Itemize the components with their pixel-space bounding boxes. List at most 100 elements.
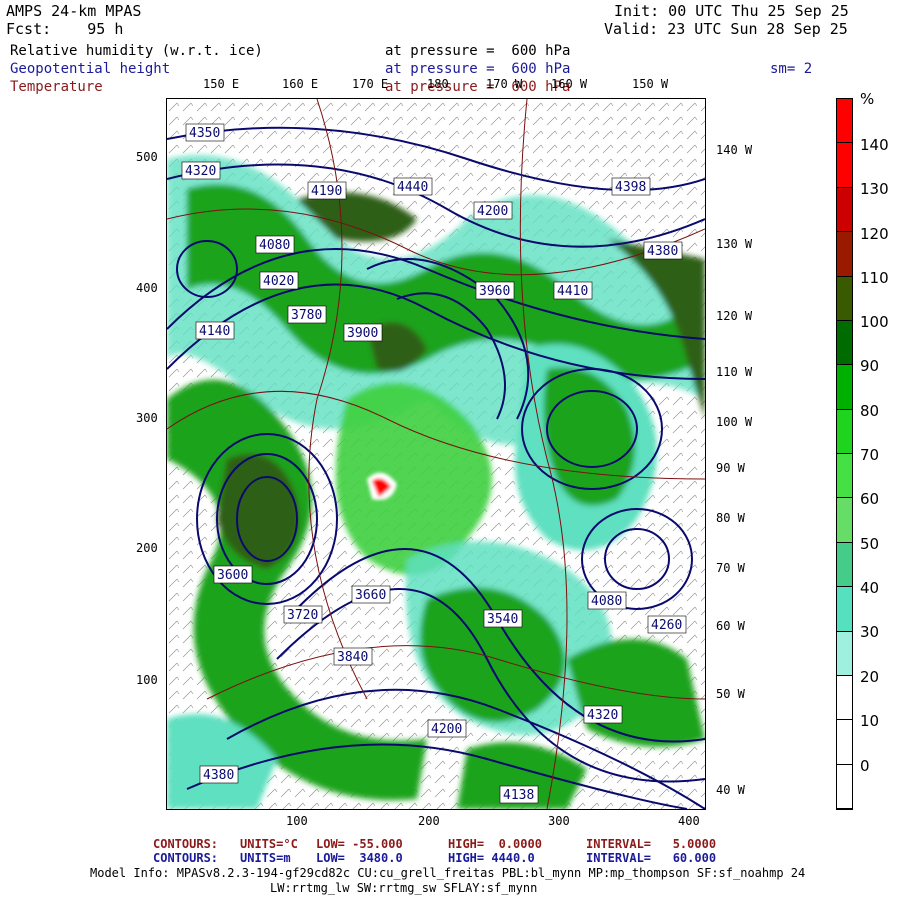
temp-contour-low: LOW= -55.000 (316, 837, 403, 851)
field-rh-level: at pressure = 600 hPa (385, 43, 571, 59)
height-label: 3960 (479, 284, 510, 299)
colorbar-label: 10 (860, 712, 880, 730)
x-tick: 100 (286, 814, 308, 828)
lon-label-right: 120 W (716, 309, 753, 323)
height-label: 3660 (355, 588, 386, 603)
colorbar (836, 98, 853, 810)
height-label: 4190 (311, 184, 342, 199)
temp-contour-units: UNITS=°C (240, 837, 298, 851)
height-label: 3780 (291, 308, 322, 323)
lon-label: 150 E (203, 77, 240, 91)
temp-contour-interval: INTERVAL= 5.0000 (586, 837, 717, 851)
colorbar-label: 120 (860, 225, 889, 243)
height-label: 4440 (397, 180, 428, 195)
lon-label-right: 100 W (716, 415, 753, 429)
lon-label-right: 90 W (716, 461, 745, 475)
height-label: 4380 (647, 244, 678, 259)
colorbar-label: 50 (860, 535, 880, 553)
field-temp-level: at pressure = 600 hPa (385, 79, 571, 95)
colorbar-segment (837, 320, 852, 366)
colorbar-segment (837, 587, 852, 632)
lon-label: 160 W (551, 77, 588, 91)
height-label: 4020 (263, 274, 294, 289)
model-info-physics: LW:rrtmg_lw SW:rrtmg_sw SFLAY:sf_mynn (270, 881, 538, 895)
y-tick: 100 (136, 673, 158, 687)
colorbar-label: 130 (860, 180, 889, 198)
lon-label-right: 50 W (716, 687, 745, 701)
colorbar-label: 140 (860, 136, 889, 154)
height-label: 4320 (587, 708, 618, 723)
y-tick: 500 (136, 150, 158, 164)
y-tick: 200 (136, 541, 158, 555)
lon-label-right: 40 W (716, 783, 745, 797)
colorbar-label: 70 (860, 446, 880, 464)
height-label: 3600 (217, 568, 248, 583)
colorbar-label: 80 (860, 402, 880, 420)
height-contour-units: UNITS=m (240, 851, 291, 865)
lon-label: 160 E (282, 77, 319, 91)
x-tick: 400 (678, 814, 700, 828)
height-contour-label: CONTOURS: (153, 851, 219, 865)
height-contour-interval: INTERVAL= 60.000 (586, 851, 717, 865)
forecast-hour: Fcst: 95 h (6, 20, 124, 38)
lon-label-right: 130 W (716, 237, 753, 251)
smoothing-label: sm= 2 (770, 61, 813, 77)
height-label: 4350 (189, 126, 220, 141)
colorbar-segment (837, 143, 852, 188)
lon-label: 180 (427, 77, 449, 91)
valid-time: Valid: 23 UTC Sun 28 Sep 25 (604, 20, 848, 38)
colorbar-segment (837, 498, 852, 543)
height-label: 4200 (431, 722, 462, 737)
colorbar-label: 40 (860, 579, 880, 597)
colorbar-unit: % (860, 90, 875, 108)
temp-contour-label: CONTOURS: (153, 837, 219, 851)
colorbar-segment (837, 409, 852, 454)
colorbar-segment (837, 232, 852, 277)
height-label: 4138 (503, 788, 534, 803)
lon-label: 170 E (352, 77, 389, 91)
model-title: AMPS 24-km MPAS (6, 2, 142, 20)
colorbar-segment (837, 720, 852, 765)
colorbar-segment (837, 454, 852, 499)
height-label: 4380 (203, 768, 234, 783)
model-info: Model Info: MPASv8.2.3-194-gf29cd82c CU:… (90, 866, 806, 880)
lon-label-right: 110 W (716, 365, 753, 379)
field-rh-name: Relative humidity (w.r.t. ice) (10, 43, 263, 59)
height-label: 3900 (347, 326, 378, 341)
colorbar-label: 100 (860, 313, 889, 331)
height-label: 4260 (651, 618, 682, 633)
colorbar-label: 30 (860, 623, 880, 641)
field-temp-name: Temperature (10, 79, 103, 95)
colorbar-segment (837, 631, 852, 676)
colorbar-label: 0 (860, 757, 870, 775)
height-label: 3840 (337, 650, 368, 665)
colorbar-label: 60 (860, 490, 880, 508)
weather-map: 4350 4320 4380 4190 4440 4200 4080 4020 4140 3780… (167, 99, 705, 809)
height-contour-high: HIGH= 4440.0 (448, 851, 535, 865)
height-label: 4410 (557, 284, 588, 299)
init-time: Init: 00 UTC Thu 25 Sep 25 (614, 2, 849, 20)
field-height-name: Geopotential height (10, 61, 171, 77)
field-height-level: at pressure = 600 hPa (385, 61, 571, 77)
x-tick: 300 (548, 814, 570, 828)
colorbar-segment (837, 276, 852, 321)
lon-label: 170 W (486, 77, 523, 91)
colorbar-segment (837, 675, 852, 721)
height-label: 4080 (259, 238, 290, 253)
colorbar-label: 110 (860, 269, 889, 287)
colorbar-segment (837, 99, 852, 144)
height-label: 3720 (287, 608, 318, 623)
height-label: 4080 (591, 594, 622, 609)
lon-label-right: 140 W (716, 143, 753, 157)
height-label: 4140 (199, 324, 230, 339)
height-label: 3540 (487, 612, 518, 627)
y-tick: 400 (136, 281, 158, 295)
map-panel: 4350 4320 4380 4190 4440 4200 4080 4020 4140 3780… (166, 98, 706, 810)
lon-label: 150 W (632, 77, 669, 91)
temp-contour-high: HIGH= 0.0000 (448, 837, 542, 851)
lon-label-right: 80 W (716, 511, 745, 525)
colorbar-segment (837, 187, 852, 233)
y-tick: 300 (136, 411, 158, 425)
colorbar-segment (837, 365, 852, 410)
height-label: 4320 (185, 164, 216, 179)
